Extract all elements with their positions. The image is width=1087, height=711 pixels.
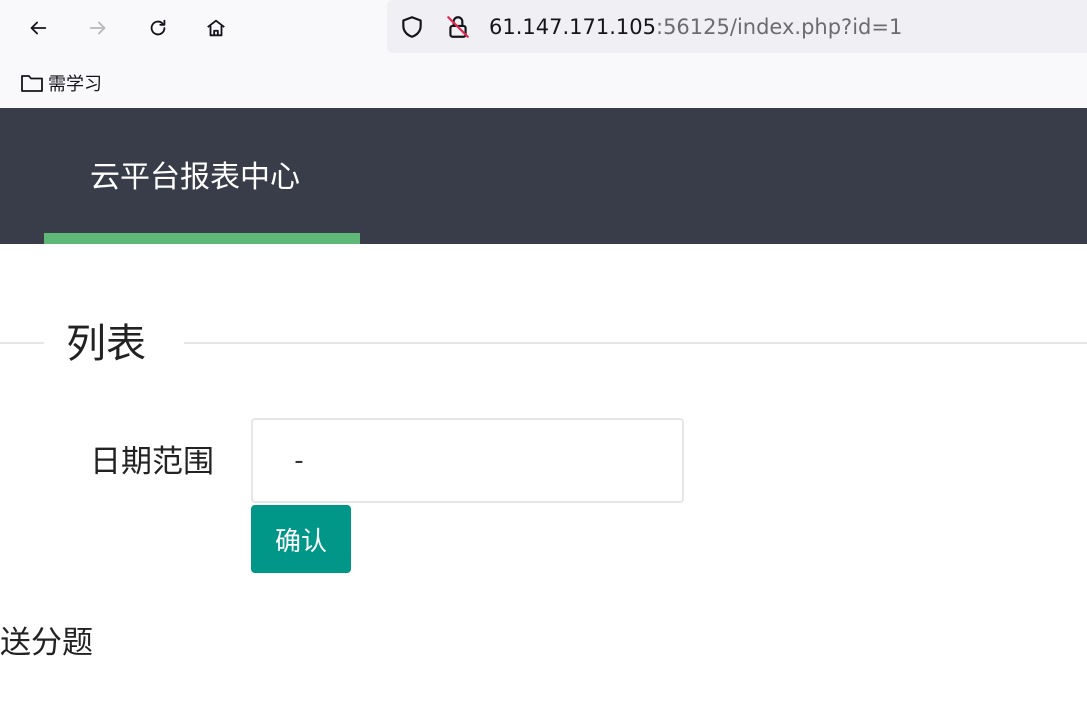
site-header: 云平台报表中心 [0,108,1087,244]
reload-button[interactable] [140,10,176,46]
result-text: 送分题 [0,625,93,661]
reload-icon [150,19,166,36]
browser-toolbar: 61.147.171.105:56125/index.php?id=1 [0,0,1087,56]
url-text[interactable]: 61.147.171.105:56125/index.php?id=1 [489,12,902,42]
home-button[interactable] [198,10,234,46]
shield-icon[interactable] [399,14,425,40]
bookmarks-bar: 需学习 [0,56,1087,108]
arrow-left-icon [30,21,47,35]
nav-active-indicator [44,233,360,244]
home-icon [207,19,225,37]
address-bar[interactable]: 61.147.171.105:56125/index.php?id=1 [387,0,1087,53]
date-range-input[interactable] [251,418,684,503]
date-range-label: 日期范围 [90,444,214,480]
bookmark-label: 需学习 [48,74,102,95]
confirm-button[interactable]: 确认 [251,505,351,573]
arrow-right-icon [89,21,106,35]
section-legend: 列表 [66,321,146,367]
bookmark-folder[interactable]: 需学习 [20,70,102,96]
back-button[interactable] [20,10,56,46]
insecure-lock-icon[interactable] [445,14,471,40]
url-host: 61.147.171.105 [489,15,656,39]
forward-button[interactable] [80,10,116,46]
folder-icon [21,75,43,92]
url-path: :56125/index.php?id=1 [656,15,903,39]
legend-divider-right [184,342,1087,344]
legend-divider-left [0,342,44,344]
site-title[interactable]: 云平台报表中心 [90,158,300,198]
